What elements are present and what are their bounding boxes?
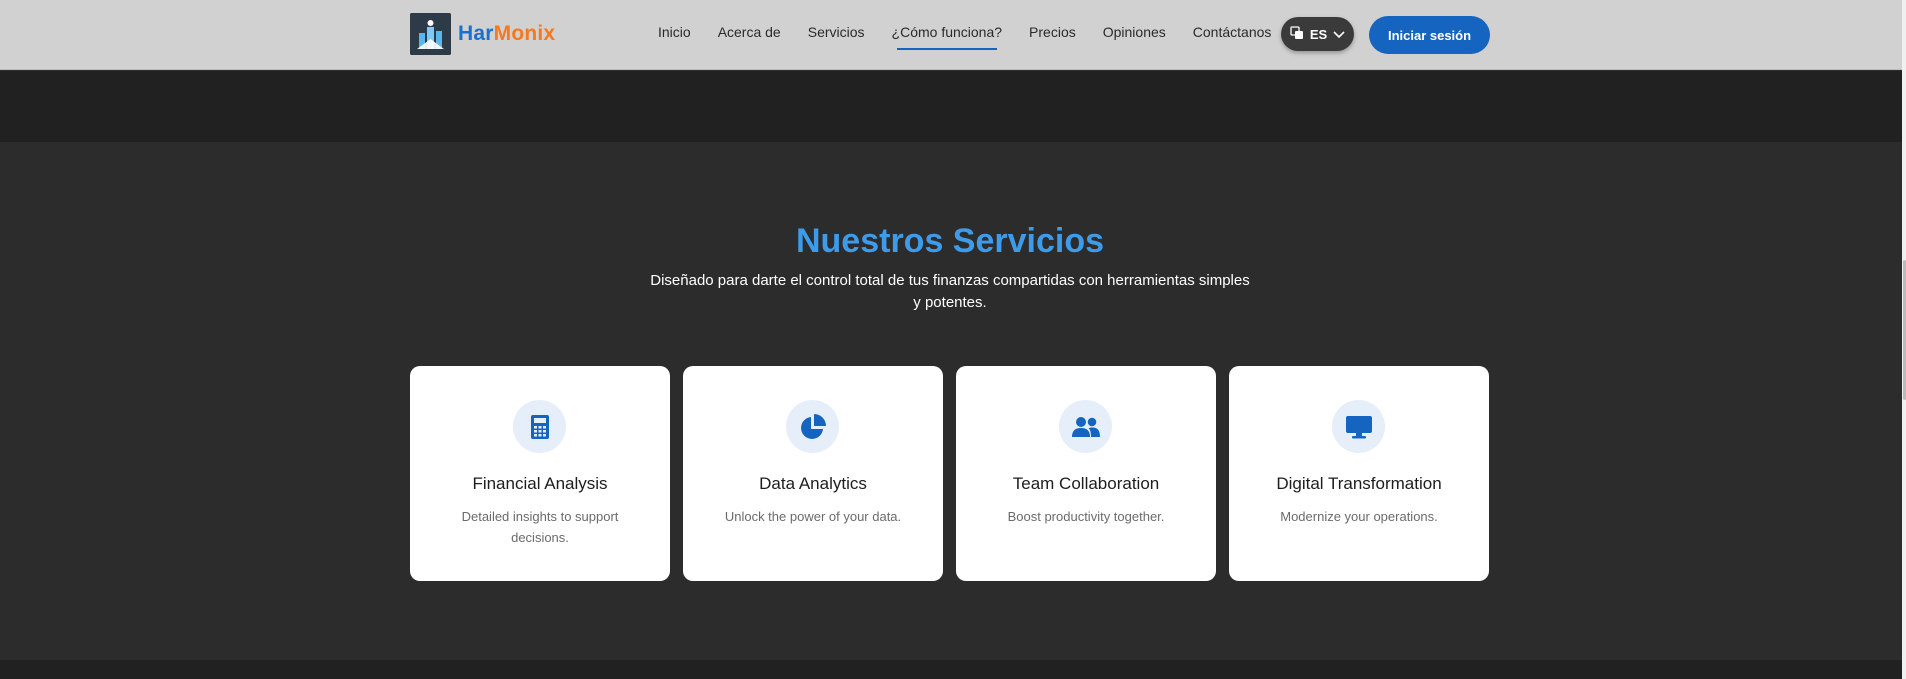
- services-cards: Financial Analysis Detailed insights to …: [410, 366, 1489, 581]
- services-title: Nuestros Servicios: [795, 222, 1105, 260]
- nav-item-servicios[interactable]: Servicios: [808, 24, 865, 40]
- nav-item-como-funciona[interactable]: ¿Cómo funciona?: [892, 24, 1002, 50]
- service-card-title: Digital Transformation: [1276, 474, 1442, 493]
- logo-icon: [410, 13, 451, 55]
- nav-item-inicio[interactable]: Inicio: [658, 24, 691, 40]
- service-card-data-analytics[interactable]: Data Analytics Unlock the power of your …: [683, 366, 943, 581]
- brand-name-part2: Monix: [493, 22, 556, 45]
- service-card-title: Data Analytics: [759, 474, 867, 493]
- nav-item-opiniones[interactable]: Opiniones: [1103, 24, 1166, 40]
- calculator-icon: [513, 400, 566, 453]
- language-code: ES: [1309, 26, 1328, 42]
- service-card-description: Modernize your operations.: [1280, 509, 1438, 524]
- brand-logo[interactable]: HarMonix: [410, 13, 555, 55]
- service-card-description: Boost productivity together.: [1007, 509, 1165, 524]
- service-card-description: Detailed insights to support decisions.: [461, 509, 619, 545]
- nav-item-precios[interactable]: Precios: [1029, 24, 1076, 40]
- service-card-title: Team Collaboration: [1012, 474, 1160, 493]
- pie-chart-icon: [786, 400, 839, 453]
- hero-bottom-band: [0, 71, 1902, 142]
- brand-name-part1: Har: [458, 22, 494, 45]
- nav-item-contactanos[interactable]: Contáctanos: [1193, 24, 1272, 40]
- page: HarMonix Inicio Acerca de Servicios ¿Cóm…: [0, 0, 1906, 679]
- chevron-down-icon: [1333, 27, 1345, 42]
- monitor-icon: [1332, 400, 1385, 453]
- service-card-team-collaboration[interactable]: Team Collaboration Boost productivity to…: [956, 366, 1216, 581]
- users-icon: [1059, 400, 1112, 453]
- service-card-digital-transformation[interactable]: Digital Transformation Modernize your op…: [1229, 366, 1489, 581]
- services-subtitle: Diseñado para darte el control total de …: [650, 272, 1250, 311]
- top-navbar: HarMonix Inicio Acerca de Servicios ¿Cóm…: [0, 0, 1902, 70]
- service-card-title: Financial Analysis: [472, 474, 608, 493]
- service-card-description: Unlock the power of your data.: [724, 509, 902, 524]
- translate-icon: [1290, 25, 1304, 43]
- next-section-band: [0, 660, 1902, 679]
- service-card-financial-analysis[interactable]: Financial Analysis Detailed insights to …: [410, 366, 670, 581]
- main-nav: Inicio Acerca de Servicios ¿Cómo funcion…: [658, 24, 1298, 50]
- language-selector[interactable]: ES: [1281, 17, 1354, 51]
- brand-name: HarMonix: [458, 22, 555, 46]
- login-button[interactable]: Iniciar sesión: [1369, 16, 1490, 54]
- nav-item-acerca-de[interactable]: Acerca de: [718, 24, 781, 40]
